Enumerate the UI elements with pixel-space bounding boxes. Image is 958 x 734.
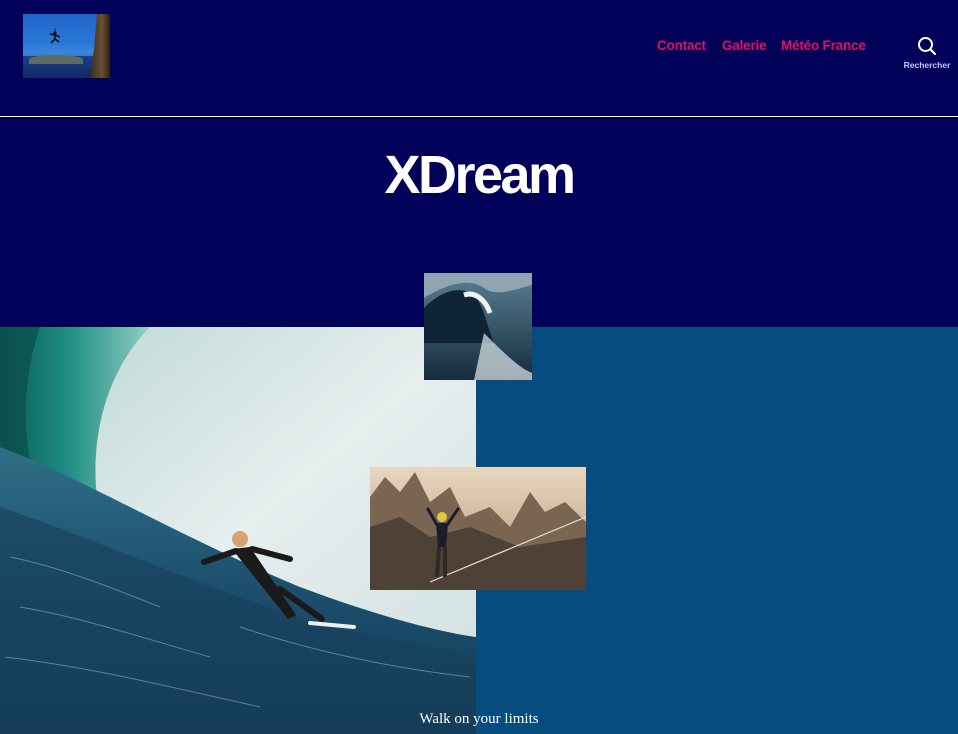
hero-tagline: Walk on your limits — [419, 711, 539, 727]
nav-link-galerie[interactable]: Galerie — [722, 38, 767, 53]
nav-link-meteo-france[interactable]: Météo France — [781, 38, 866, 53]
search-icon — [918, 37, 937, 56]
logo-island — [29, 55, 83, 64]
site-title: XDream — [384, 145, 576, 205]
search-toggle-button[interactable]: Rechercher — [898, 36, 956, 76]
logo-cliff — [90, 14, 110, 78]
big-wave-thumbnail[interactable] — [424, 273, 532, 380]
highline-thumbnail[interactable] — [370, 467, 586, 590]
site-logo[interactable] — [23, 14, 110, 78]
header-divider — [0, 116, 958, 117]
site-header: Contact Galerie Météo France Rechercher — [0, 0, 958, 116]
climber-icon — [49, 28, 61, 44]
search-label: Rechercher — [903, 60, 951, 70]
nav-link-contact[interactable]: Contact — [657, 38, 706, 53]
